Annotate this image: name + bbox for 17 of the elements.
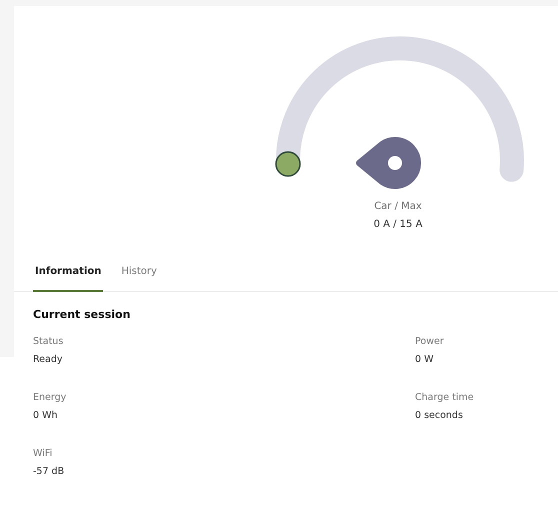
tab[interactable]: Information	[33, 260, 104, 292]
gauge-reading: 0 A / 15 A	[374, 218, 422, 232]
field-value: 0 W	[415, 353, 434, 367]
tab[interactable]: History	[119, 260, 159, 292]
field-value: 0 seconds	[415, 409, 464, 423]
section-title: Current session	[33, 308, 132, 321]
gauge-thumb[interactable]	[275, 151, 301, 177]
gauge-needle	[356, 137, 422, 189]
field-value: Ready	[33, 353, 64, 367]
field-label: Status	[33, 335, 64, 349]
field-label: Charge time	[415, 391, 475, 405]
field-value: -57 dB	[33, 465, 66, 479]
field-label: Energy	[33, 391, 68, 405]
field-label: WiFi	[33, 447, 54, 461]
field-label: Power	[415, 335, 445, 349]
gauge-label: Car / Max	[374, 200, 422, 214]
field-value: 0 Wh	[33, 409, 58, 423]
